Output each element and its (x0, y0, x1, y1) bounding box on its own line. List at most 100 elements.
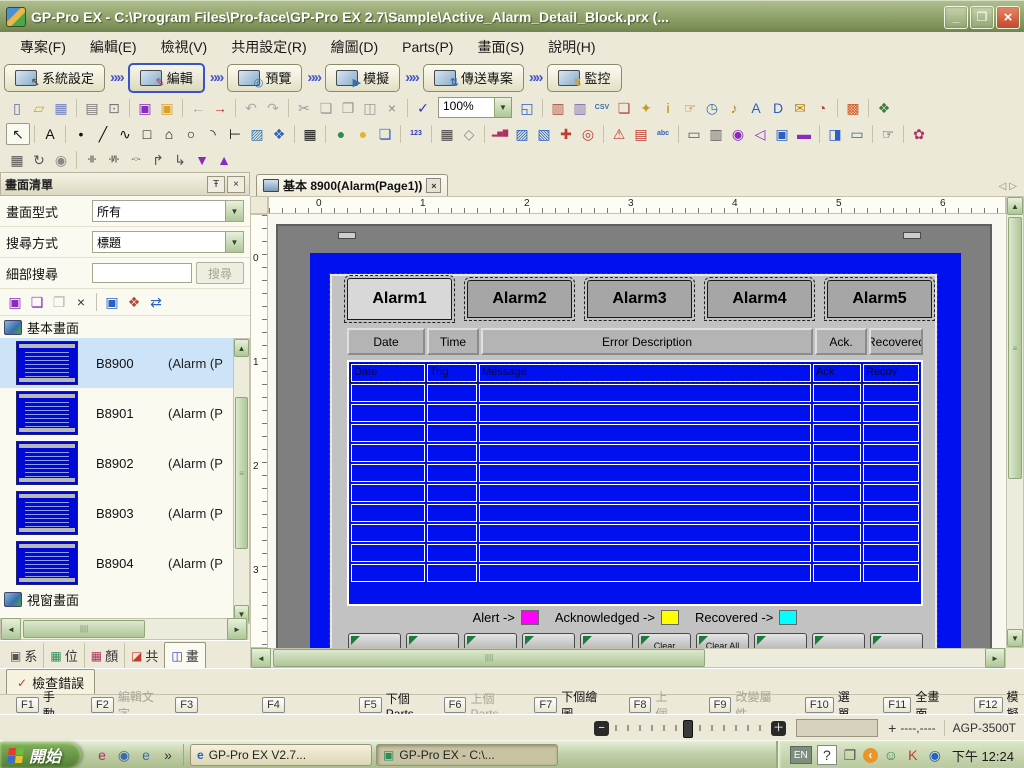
messenger-tray-icon[interactable]: ☺ (882, 746, 900, 764)
momentary-on-icon[interactable]: ↱ (147, 150, 169, 170)
scheduler-icon[interactable]: ◔ (811, 98, 833, 118)
av-equipment-icon[interactable]: ◁ (749, 124, 771, 144)
transfer-screen-icon[interactable]: ⇄ (145, 292, 167, 312)
workflow-button[interactable]: ↯監控 (547, 64, 622, 92)
alarm-part-panel[interactable]: Alarm1Alarm2Alarm3Alarm4Alarm5 DateTimeE… (330, 274, 937, 648)
alarm-column-header[interactable]: Ack. (815, 328, 867, 355)
data-display-icon[interactable]: 123 (405, 124, 427, 144)
hmi-function-button[interactable] (754, 633, 807, 648)
taskbar-task-button[interactable]: eGP-Pro EX V2.7... (190, 744, 372, 766)
search-method-select[interactable]: 標題 ▼ (92, 231, 244, 253)
panel-close-icon[interactable]: × (227, 176, 245, 193)
workflow-button[interactable]: ✎編輯 (128, 63, 205, 93)
redo-icon[interactable]: ↷ (262, 98, 284, 118)
paste-icon[interactable]: ❐ (337, 98, 359, 118)
menu-item[interactable]: 編輯(E) (78, 33, 149, 61)
tab-close-icon[interactable]: × (426, 178, 441, 193)
chevron-down-icon[interactable]: ▼ (225, 201, 243, 221)
screen-list-item[interactable]: B8900(Alarm (P (0, 338, 250, 388)
undo-icon[interactable]: ↶ (240, 98, 262, 118)
screen-property-icon[interactable]: ❖ (123, 292, 145, 312)
script-list-icon[interactable]: ❏ (613, 98, 635, 118)
cut-icon[interactable]: ✂ (293, 98, 315, 118)
tab-nav-arrows[interactable]: ◁▷ (999, 181, 1020, 192)
screen-list-item[interactable]: B8902(Alarm (P (0, 438, 250, 488)
rectangle-tool-icon[interactable]: □ (136, 124, 158, 144)
base-screens-group[interactable]: 基本畫面 (0, 316, 250, 338)
screen-tree-scrollbar[interactable]: ▲ ≡ ▼ (233, 338, 250, 624)
momentary-off-icon[interactable]: ↳ (169, 150, 191, 170)
coil-icon[interactable]: -○- (125, 150, 147, 170)
text-table-icon[interactable]: A (745, 98, 767, 118)
recipe-icon[interactable]: ▬ (793, 124, 815, 144)
menu-item[interactable]: 說明(H) (536, 33, 607, 61)
mail-settings-icon[interactable]: ✉ (789, 98, 811, 118)
zoom-select[interactable]: 100% ▼ (438, 97, 512, 118)
historical-trend-icon[interactable]: ▨ (511, 124, 533, 144)
window-tray-icon[interactable]: ❐ (841, 746, 859, 764)
workspace-tab-位[interactable]: ▦位 (43, 643, 83, 668)
alarm-column-header[interactable]: Recovered (869, 328, 923, 355)
parts-state-table-icon[interactable]: ▦ (6, 150, 28, 170)
hmi-function-button[interactable] (812, 633, 865, 648)
lamp-state-icon[interactable]: ◉ (50, 150, 72, 170)
search-button[interactable]: 搜尋 (196, 262, 244, 284)
workspace-tab-顏[interactable]: ▦顏 (84, 643, 124, 668)
open-screen-icon[interactable]: ▣ (156, 98, 178, 118)
hmi-function-button[interactable]: Clear All (696, 633, 749, 648)
window-display-icon[interactable]: ▭ (683, 124, 705, 144)
start-button[interactable]: 開始 (0, 742, 81, 768)
chevron-down-icon[interactable]: ▼ (225, 232, 243, 252)
media-player-icon[interactable]: ◉ (115, 745, 133, 765)
scale-tool-icon[interactable]: ⊢ (224, 124, 246, 144)
close-button[interactable]: × (996, 6, 1020, 29)
zoom-slider[interactable] (615, 723, 765, 733)
zoom-out-button[interactable]: − (594, 721, 609, 736)
workspace-tab-系[interactable]: ▣系 (4, 643, 43, 668)
scroll-left-icon[interactable]: ◄ (1, 618, 21, 640)
zoom-dropdown-arrow-icon[interactable]: ▼ (494, 98, 511, 117)
keypad-part-icon[interactable]: ▦ (436, 124, 458, 144)
menu-item[interactable]: 專案(F) (8, 33, 78, 61)
movie-camera-icon[interactable]: ◉ (727, 124, 749, 144)
project-information-icon[interactable]: ❖ (873, 98, 895, 118)
tray-chevron-icon[interactable]: ‹ (863, 748, 878, 763)
symbol-factory-icon[interactable]: ✿ (908, 124, 930, 144)
screen-list-item[interactable]: B8901(Alarm (P (0, 388, 250, 438)
ellipse-tool-icon[interactable]: ○ (180, 124, 202, 144)
bit-switch-icon[interactable]: -||- (81, 150, 103, 170)
csv-export-icon[interactable]: CSV (591, 98, 613, 118)
function-key-f4[interactable]: F4 (262, 697, 289, 713)
canvas-hscrollbar[interactable]: ◄ |||| ► (250, 648, 1006, 668)
workspace-tab-畫[interactable]: ◫畫 (164, 642, 205, 668)
screen-type-select[interactable]: 所有 ▼ (92, 200, 244, 222)
lamp-part-icon[interactable]: ● (352, 124, 374, 144)
workspace-tab-共[interactable]: ◪共 (124, 643, 164, 668)
workflow-button[interactable]: ⇅傳送專案 (423, 64, 524, 92)
screen-list-item[interactable]: B8903(Alarm (P (0, 488, 250, 538)
language-indicator[interactable]: EN (790, 746, 812, 764)
preview-screen-icon[interactable]: ▣ (101, 292, 123, 312)
delete-screen-icon[interactable]: × (70, 292, 92, 312)
hmi-function-button[interactable] (522, 633, 575, 648)
table-tool-icon[interactable]: ▦ (299, 124, 321, 144)
text-alarm-icon[interactable]: abc (652, 124, 674, 144)
screen-list-item[interactable]: B8904(Alarm (P (0, 538, 250, 588)
new-screen-icon[interactable]: ▣ (4, 292, 26, 312)
scroll-down-icon[interactable]: ▼ (1007, 629, 1023, 647)
menu-item[interactable]: Parts(P) (390, 35, 465, 59)
design-canvas[interactable]: Alarm1Alarm2Alarm3Alarm4Alarm5 DateTimeE… (268, 214, 1006, 648)
address-settings-icon[interactable]: ▥ (547, 98, 569, 118)
network-monitor-tray-icon[interactable]: ◉ (926, 746, 944, 764)
data-block-graph-icon[interactable]: ▧ (533, 124, 555, 144)
switch-part-icon[interactable]: ● (330, 124, 352, 144)
key-settings-icon[interactable]: ✦ (635, 98, 657, 118)
word-switch-down-icon[interactable]: ▼ (191, 150, 213, 170)
next-screen-icon[interactable]: → (209, 98, 231, 118)
word-switch-up-icon[interactable]: ▲ (213, 150, 235, 170)
msn-explorer-icon[interactable]: e (93, 745, 111, 765)
internet-explorer-icon[interactable]: e (137, 745, 155, 765)
polyline-tool-icon[interactable]: ∿ (114, 124, 136, 144)
scroll-up-icon[interactable]: ▲ (1007, 197, 1023, 215)
graph-part-icon[interactable]: ▂▅▇ (489, 124, 511, 144)
